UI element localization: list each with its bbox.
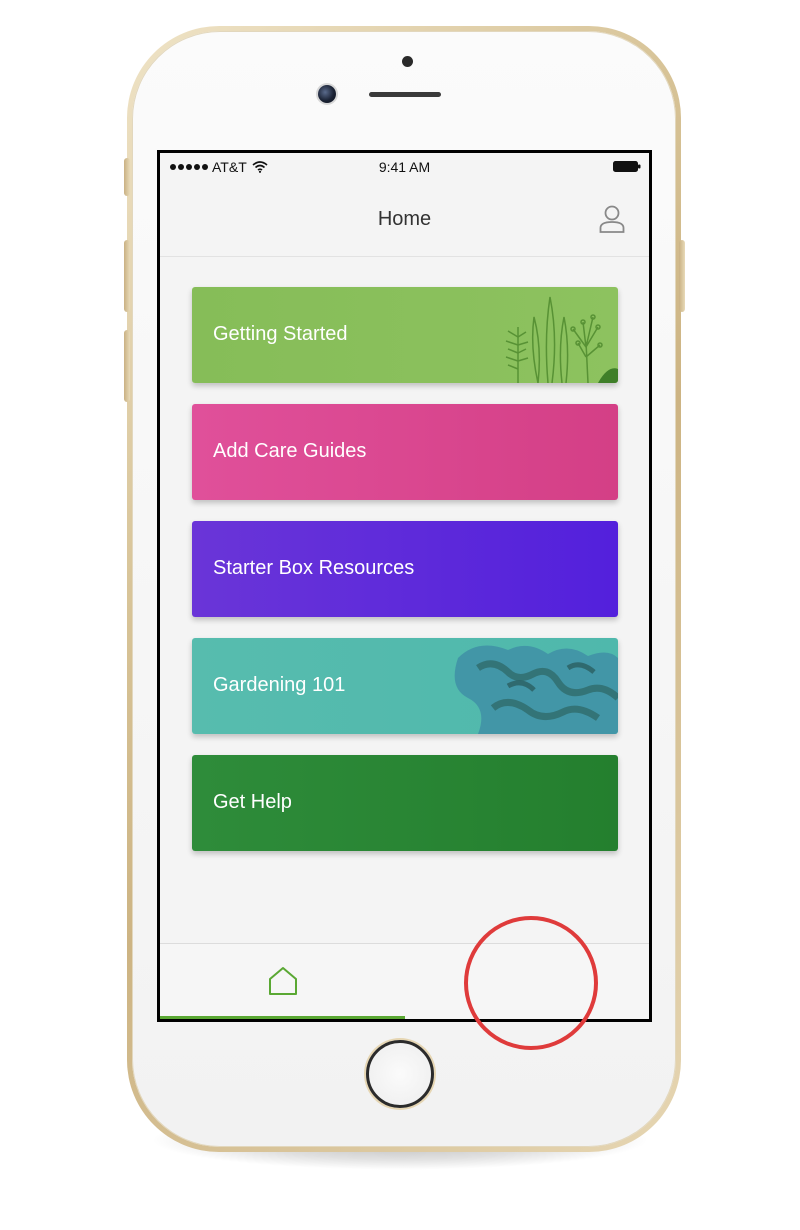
- earpiece-speaker: [369, 92, 441, 97]
- tab-home[interactable]: [160, 944, 405, 1019]
- starter-box-resources-label: Starter Box Resources: [213, 557, 415, 579]
- side-button-volume-up: [124, 240, 130, 312]
- phone-screen: AT&T 9:41 AM Home Getting Started Add Ca…: [157, 150, 652, 1022]
- home-button[interactable]: [366, 1040, 434, 1108]
- front-camera: [318, 85, 336, 103]
- status-time: 9:41 AM: [378, 159, 431, 175]
- starter-box-resources-card[interactable]: Starter Box Resources: [192, 521, 618, 617]
- battery-icon: [613, 161, 641, 172]
- active-tab-indicator: [160, 1016, 405, 1019]
- side-button-volume-down: [124, 330, 130, 402]
- leaf-camouflage-pattern: [454, 645, 618, 734]
- gardening-101-label: Gardening 101: [213, 674, 346, 696]
- app-screen: AT&T 9:41 AM Home Getting Started Add Ca…: [160, 153, 649, 1019]
- add-care-guides-label: Add Care Guides: [213, 440, 367, 462]
- gardening-101-card[interactable]: Gardening 101: [192, 638, 618, 734]
- status-bar: AT&T 9:41 AM: [160, 153, 649, 179]
- add-care-guides-card[interactable]: Add Care Guides: [192, 404, 618, 500]
- navigation-bar: Home: [160, 179, 649, 257]
- get-help-label: Get Help: [213, 791, 292, 813]
- page-title: Home: [377, 208, 432, 230]
- get-help-card[interactable]: Get Help: [192, 755, 618, 851]
- plants-illustration: [505, 296, 618, 383]
- side-button-mute: [124, 158, 130, 196]
- getting-started-card[interactable]: Getting Started: [192, 287, 618, 383]
- user-icon[interactable]: [599, 205, 625, 233]
- getting-started-label: Getting Started: [213, 323, 348, 345]
- home-icon: [269, 967, 297, 995]
- highlight-circle: [464, 916, 598, 1050]
- side-button-power: [679, 240, 685, 312]
- proximity-sensor: [402, 56, 413, 67]
- home-menu: Getting Started Add Care Guides Starter …: [192, 287, 618, 872]
